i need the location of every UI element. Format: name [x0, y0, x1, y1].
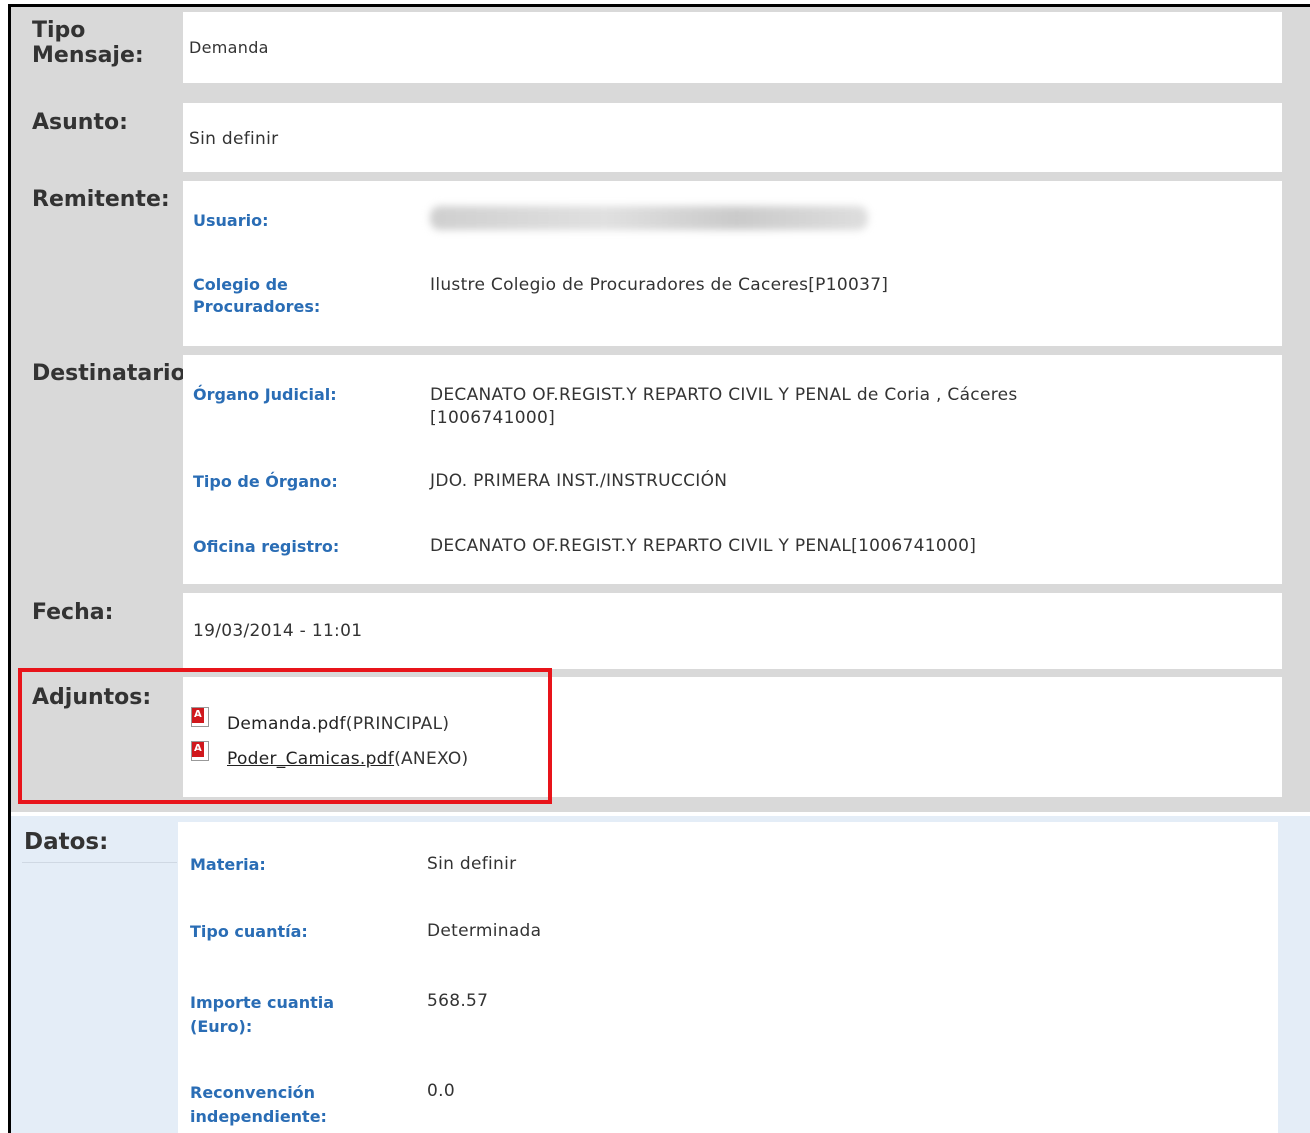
organo-judicial-value: DECANATO OF.REGIST.Y REPARTO CIVIL Y PEN…: [430, 385, 1018, 428]
tipo-mensaje-panel: Demanda: [183, 12, 1282, 83]
asunto-panel: Sin definir: [183, 103, 1282, 172]
importe-cuantia-value: 568.57: [427, 991, 489, 1011]
oficina-registro-label: Oficina registro:: [193, 537, 340, 556]
datos-panel: Materia: Sin definir Tipo cuantía: Deter…: [178, 822, 1278, 1133]
colegio-label: Colegio de Procuradores:: [193, 275, 321, 314]
organo-judicial-label: Órgano Judicial:: [193, 385, 337, 404]
asunto-value: Sin definir: [189, 129, 279, 149]
fecha-value: 19/03/2014 - 11:01: [193, 621, 363, 641]
importe-cuantia-label: Importe cuantia (Euro):: [190, 993, 335, 1036]
usuario-label: Usuario:: [193, 211, 269, 230]
fecha-label: Fecha:: [32, 600, 114, 625]
oficina-registro-value: DECANATO OF.REGIST.Y REPARTO CIVIL Y PEN…: [430, 536, 977, 556]
colegio-value: Ilustre Colegio de Procuradores de Cacer…: [430, 275, 889, 295]
fecha-panel: 19/03/2014 - 11:01: [183, 593, 1282, 669]
highlight-box: [18, 668, 552, 804]
materia-label: Materia:: [190, 855, 266, 874]
destinatario-label: Destinatario: [32, 361, 183, 386]
tipo-organo-label: Tipo de Órgano:: [193, 472, 338, 491]
destinatario-panel: Órgano Judicial: DECANATO OF.REGIST.Y RE…: [183, 355, 1282, 584]
datos-label: Datos:: [24, 829, 109, 855]
materia-value: Sin definir: [427, 854, 517, 874]
tipo-cuantia-label: Tipo cuantía:: [190, 922, 308, 941]
datos-divider: [22, 862, 177, 863]
redacted-usuario-value: [430, 206, 868, 230]
tipo-cuantia-value: Determinada: [427, 921, 542, 941]
tipo-mensaje-label: Tipo Mensaje:: [32, 18, 144, 68]
reconvencion-value: 0.0: [427, 1081, 455, 1101]
tipo-mensaje-value: Demanda: [189, 38, 269, 57]
remitente-label: Remitente:: [32, 187, 170, 212]
reconvencion-label: Reconvención independiente:: [190, 1083, 327, 1126]
asunto-label: Asunto:: [32, 110, 128, 135]
tipo-organo-value: JDO. PRIMERA INST./INSTRUCCIÓN: [430, 471, 728, 491]
